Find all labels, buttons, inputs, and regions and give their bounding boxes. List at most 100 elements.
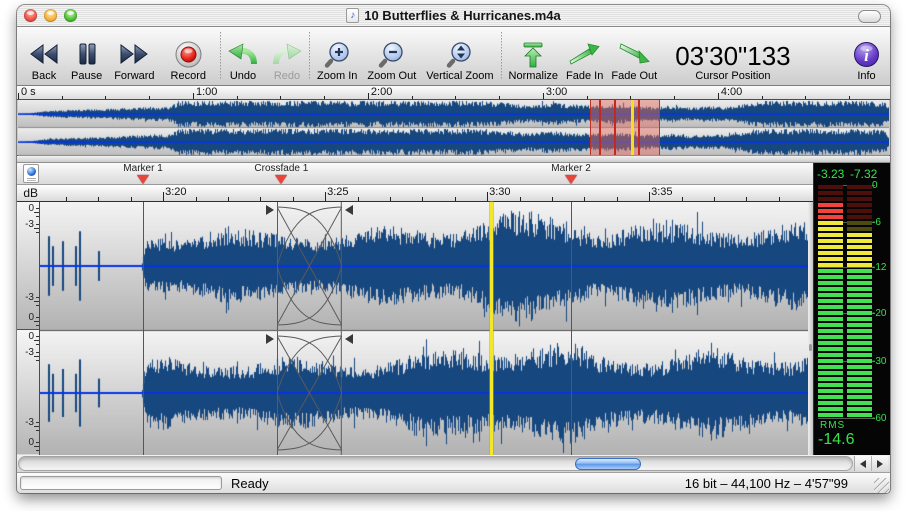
crossfade-handle-icon[interactable]: [266, 205, 274, 215]
meter-segment: [818, 329, 843, 333]
ruler-tick: [779, 197, 780, 201]
db-scale-tick: [36, 224, 39, 225]
minimize-button[interactable]: [44, 9, 57, 22]
undo-button[interactable]: Undo: [228, 39, 258, 82]
meter-segment: [818, 257, 843, 261]
meter-segment: [818, 215, 843, 219]
title-group: ♪ 10 Butterflies & Hurricanes.m4a: [17, 5, 890, 26]
ruler-tick: [98, 197, 99, 201]
marker-triangle-icon[interactable]: [565, 175, 577, 184]
overview-playback-cursor[interactable]: [631, 100, 634, 155]
cursor-position-value: 03'30"133: [675, 43, 790, 69]
meter-segment: [847, 365, 872, 369]
meter-segment: [847, 317, 872, 321]
marker-triangle-icon[interactable]: [137, 175, 149, 184]
meter-segment: [847, 203, 872, 207]
redo-button[interactable]: Redo: [272, 39, 302, 82]
meter-segment: [818, 371, 843, 375]
track-audio-icon[interactable]: [23, 164, 39, 183]
progress-bar: [20, 476, 222, 490]
time-ruler[interactable]: dB 3:203:253:303:35: [17, 185, 813, 202]
meter-segment: [818, 269, 843, 273]
info-button[interactable]: i Info: [853, 39, 880, 82]
overview-waveform[interactable]: [17, 100, 890, 156]
scrollbar-track[interactable]: [18, 456, 853, 471]
pane-splitter[interactable]: [17, 156, 890, 163]
ruler-tick: [163, 192, 164, 201]
ruler-tick: [368, 93, 369, 99]
magnifier-vertical-icon: [446, 39, 473, 69]
db-scale-tick: [34, 356, 39, 357]
meter-segment: [847, 263, 872, 267]
ruler-tick: [228, 197, 229, 201]
document-proxy-icon[interactable]: ♪: [346, 8, 359, 23]
scroll-left-button[interactable]: [855, 456, 871, 471]
meter-segment: [818, 239, 843, 243]
playback-cursor-line[interactable]: [490, 202, 493, 455]
close-button[interactable]: [24, 9, 37, 22]
title-bar[interactable]: ♪ 10 Butterflies & Hurricanes.m4a: [17, 5, 890, 27]
format-info: 16 bit – 44,100 Hz – 4'57"99: [685, 476, 848, 491]
forward-button[interactable]: Forward: [114, 39, 154, 82]
overview-time-ruler[interactable]: 0 s1:002:003:004:00: [17, 86, 890, 100]
db-scale-tick: [36, 216, 39, 217]
meter-segment: [818, 299, 843, 303]
crossfade-region[interactable]: [277, 331, 342, 455]
stereo-waveform-canvas[interactable]: [40, 202, 808, 455]
horizontal-scrollbar[interactable]: [17, 455, 890, 472]
vertical-zoom-button[interactable]: Vertical Zoom: [426, 39, 493, 82]
scrollbar-thumb[interactable]: [575, 458, 641, 470]
pause-button[interactable]: Pause: [71, 39, 102, 82]
toolbar-toggle-pill-button[interactable]: [858, 10, 881, 23]
zoom-in-button[interactable]: Zoom In: [317, 39, 357, 82]
ruler-tick: [422, 197, 423, 201]
marker-line[interactable]: [571, 202, 572, 455]
meter-segment: [847, 197, 872, 201]
marker-label: Crossfade 1: [221, 164, 341, 174]
marker-triangle-icon[interactable]: [275, 175, 287, 184]
db-scale-tick: [36, 430, 39, 431]
meter-scale-label: -6: [872, 217, 890, 228]
marker-line[interactable]: [143, 202, 144, 455]
meter-scale-label: -60: [872, 413, 890, 424]
ruler-tick: [630, 96, 631, 99]
fade-out-button[interactable]: Fade Out: [611, 39, 657, 82]
resize-grip[interactable]: [874, 478, 889, 493]
marker-flag[interactable]: Marker 2: [511, 164, 631, 184]
meter-segment: [847, 245, 872, 249]
meter-segment: [847, 359, 872, 363]
zoom-out-button[interactable]: Zoom Out: [367, 39, 416, 82]
ruler-tick: [805, 96, 806, 99]
waveform-view[interactable]: 0-3-30 0-3-30: [17, 202, 813, 455]
meter-segment: [847, 185, 872, 189]
crossfade-region[interactable]: [277, 202, 342, 330]
zoom-window-button[interactable]: [64, 9, 77, 22]
meter-segment: [847, 401, 872, 405]
peak-value-right: -7.32: [850, 167, 877, 181]
meter-segment: [847, 407, 872, 411]
scroll-right-button[interactable]: [871, 456, 888, 471]
left-arrow-icon: [860, 460, 866, 468]
marker-bar[interactable]: Marker 1 Crossfade 1 Marker 2: [17, 163, 813, 185]
meter-segment: [818, 353, 843, 357]
meter-segment: [818, 407, 843, 411]
scrollbar-arrows: [854, 456, 888, 471]
crossfade-handle-icon[interactable]: [345, 334, 353, 344]
marker-flag[interactable]: Marker 1: [83, 164, 203, 184]
marker-flag[interactable]: Crossfade 1: [221, 164, 341, 184]
level-meter-panel: -3.23 -7.32 RMS -14.6 0-6-12-20-30-60: [813, 163, 890, 455]
crossfade-handle-icon[interactable]: [266, 334, 274, 344]
meter-segment: [847, 287, 872, 291]
db-scale-tick: [36, 317, 39, 318]
meter-scale-label: 0: [872, 180, 890, 191]
status-text: Ready: [231, 476, 269, 491]
overview-waveform-canvas[interactable]: [18, 100, 889, 156]
back-button[interactable]: Back: [29, 39, 59, 82]
rewind-icon: [29, 39, 59, 69]
fade-in-button[interactable]: Fade In: [566, 39, 603, 82]
record-button[interactable]: Record: [171, 39, 206, 82]
meter-segment: [847, 239, 872, 243]
crossfade-handle-icon[interactable]: [345, 205, 353, 215]
meter-scale-label: -20: [872, 308, 890, 319]
normalize-button[interactable]: Normalize: [509, 39, 559, 82]
